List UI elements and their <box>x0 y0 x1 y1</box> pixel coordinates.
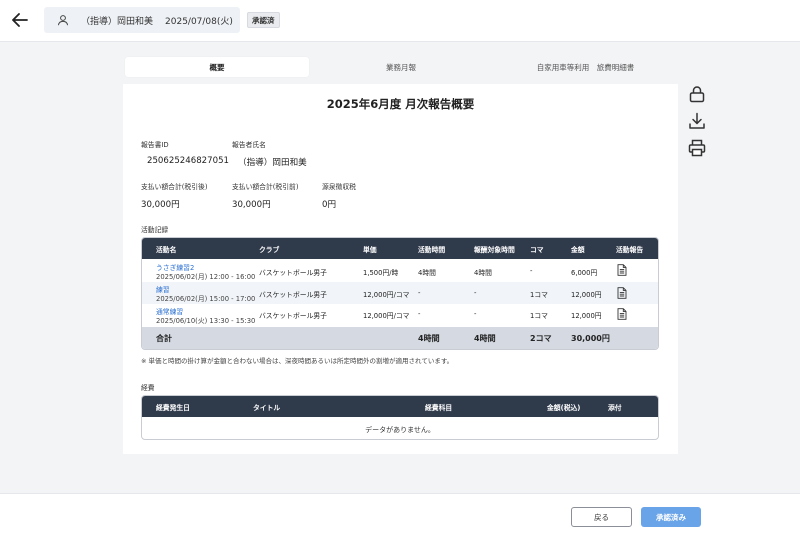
print-icon[interactable] <box>688 139 706 157</box>
empty-data-message: データがありません。 <box>365 426 435 434</box>
activity-time-cell: - <box>418 289 421 297</box>
total-koma: 2コマ <box>530 334 552 343</box>
col-activity-name: 活動名 <box>156 245 177 254</box>
calculation-note: ※ 単価と時間の掛け算が金額と合わない場合は、深夜時間あるいは所定時間外の割増が… <box>141 357 454 365</box>
total-label: 合計 <box>156 334 172 343</box>
amount-cell: 12,000円 <box>571 291 602 299</box>
total-row: 合計 4時間 4時間 2コマ 30,000円 <box>142 327 658 349</box>
pay-before-tax-label: 支払い額合計(税引前) <box>232 183 299 191</box>
koma-cell: 1コマ <box>530 312 548 320</box>
report-card: 2025年6月度 月次報告概要 報告書ID 250625246827051 報告… <box>123 84 678 454</box>
club-cell: バスケットボール男子 <box>259 312 327 320</box>
paid-time-cell: - <box>474 289 477 297</box>
amount-cell: 12,000円 <box>571 312 602 320</box>
back-button[interactable]: 戻る <box>571 507 632 527</box>
activity-datetime: 2025/06/02(月) 12:00 - 16:00 <box>156 273 256 281</box>
expense-table: 経費発生日 タイトル 経費科目 金額(税込) 添付 データがありません。 <box>141 395 659 440</box>
reporter-value: （指導）岡田和美 <box>238 158 307 168</box>
tab-bar: 概要 業務月報 自家用車等利用 旅費明細書 <box>125 57 678 77</box>
approved-button[interactable]: 承認済み <box>641 507 701 527</box>
col-activity-time: 活動時間 <box>418 245 446 254</box>
col-club: クラブ <box>259 245 280 254</box>
expense-section-label: 経費 <box>141 384 155 392</box>
col-koma: コマ <box>530 245 544 254</box>
report-id-value: 250625246827051 <box>147 156 230 166</box>
unit-price-cell: 12,000円/コマ <box>363 291 410 299</box>
activity-table: 活動名 クラブ 単価 活動時間 報酬対象時間 コマ 金額 活動報告 うさぎ練習2… <box>141 237 659 350</box>
club-cell: バスケットボール男子 <box>259 269 327 277</box>
page-title: 2025年6月度 月次報告概要 <box>326 97 475 111</box>
status-badge: 承認済 <box>247 12 280 28</box>
top-bar: （指導）岡田和美 2025/07/08(火) 承認済 <box>0 0 800 42</box>
col-attachment: 添付 <box>608 403 622 412</box>
total-activity-time: 4時間 <box>418 334 440 343</box>
tab-travel-expense[interactable]: 自家用車等利用 旅費明細書 <box>493 57 678 77</box>
col-unit-price: 単価 <box>363 245 377 254</box>
reporter-label: 報告者氏名 <box>232 141 266 149</box>
unit-price-cell: 1,500円/時 <box>363 269 399 277</box>
download-icon[interactable] <box>688 112 706 130</box>
activity-time-cell: 4時間 <box>418 269 436 277</box>
user-name: （指導）岡田和美 <box>81 16 154 27</box>
report-id-label: 報告書ID <box>141 141 169 149</box>
club-cell: バスケットボール男子 <box>259 291 327 299</box>
paid-time-cell: 4時間 <box>474 269 492 277</box>
activity-time-cell: - <box>418 310 421 318</box>
document-icon[interactable] <box>617 308 627 320</box>
table-row: うさぎ練習2 2025/06/02(月) 12:00 - 16:00 バスケット… <box>142 259 658 282</box>
amount-cell: 6,000円 <box>571 269 598 277</box>
paid-time-cell: - <box>474 310 477 318</box>
pay-after-tax-label: 支払い額合計(税引後) <box>141 183 208 191</box>
activity-section-label: 活動記録 <box>141 226 169 234</box>
activity-datetime: 2025/06/02(月) 15:00 - 17:00 <box>156 295 256 303</box>
lock-icon[interactable] <box>688 85 706 103</box>
col-amount: 金額 <box>571 245 585 254</box>
tab-monthly-report[interactable]: 業務月報 <box>309 57 493 77</box>
user-info-pill: （指導）岡田和美 2025/07/08(火) <box>44 7 240 33</box>
pay-before-tax-value: 30,000円 <box>232 200 271 210</box>
koma-cell: - <box>530 267 533 275</box>
expense-table-header: 経費発生日 タイトル 経費科目 金額(税込) 添付 <box>142 396 658 417</box>
total-paid-time: 4時間 <box>474 334 496 343</box>
col-paid-time: 報酬対象時間 <box>474 245 515 254</box>
table-row: 通常練習 2025/06/10(火) 13:30 - 15:30 バスケットボー… <box>142 304 658 326</box>
total-amount: 30,000円 <box>571 334 610 343</box>
document-icon[interactable] <box>617 264 627 276</box>
col-activity-report: 活動報告 <box>616 245 644 254</box>
unit-price-cell: 12,000円/コマ <box>363 312 410 320</box>
back-arrow-button[interactable] <box>9 9 31 31</box>
koma-cell: 1コマ <box>530 291 548 299</box>
footer-bar: 戻る 承認済み <box>0 493 800 537</box>
tab-overview[interactable]: 概要 <box>125 57 309 77</box>
activity-datetime: 2025/06/10(火) 13:30 - 15:30 <box>156 317 256 325</box>
table-row: 練習 2025/06/02(月) 15:00 - 17:00 バスケットボール男… <box>142 282 658 304</box>
col-expense-category: 経費科目 <box>425 403 453 412</box>
document-icon[interactable] <box>617 287 627 299</box>
activity-table-header: 活動名 クラブ 単価 活動時間 報酬対象時間 コマ 金額 活動報告 <box>142 238 658 259</box>
arrow-left-icon <box>12 13 28 27</box>
col-title: タイトル <box>253 403 281 412</box>
withholding-label: 源泉徴収税 <box>322 183 356 191</box>
withholding-value: 0円 <box>322 200 337 210</box>
report-date: 2025/07/08(火) <box>165 16 233 27</box>
col-expense-amount: 金額(税込) <box>547 403 581 412</box>
pay-after-tax-value: 30,000円 <box>141 200 180 210</box>
person-icon <box>57 13 71 27</box>
col-expense-date: 経費発生日 <box>156 403 190 412</box>
